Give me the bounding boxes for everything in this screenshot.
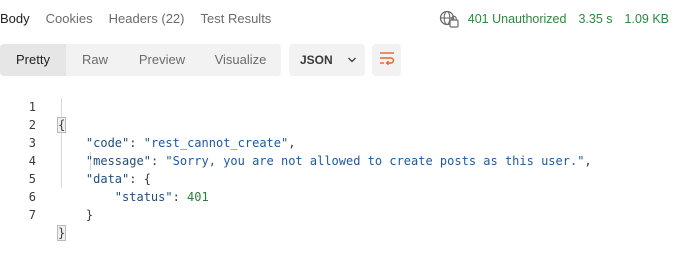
code-line: 3 "message": "Sorry, you are not allowed… <box>0 116 686 168</box>
view-mode-pretty[interactable]: Pretty <box>0 44 66 76</box>
code-line: 7 } <box>0 188 686 241</box>
code-line: 1 { <box>0 80 686 133</box>
line-number: 7 <box>28 208 36 222</box>
data-close-brace: } <box>85 208 94 222</box>
view-mode-preview[interactable]: Preview <box>124 44 200 76</box>
wrap-lines-icon <box>378 50 396 71</box>
tab-cookies[interactable]: Cookies <box>46 10 93 28</box>
code-line: 5 "status": 401 <box>0 152 686 204</box>
status-code-text[interactable]: 401 Unauthorized <box>468 10 567 28</box>
response-time[interactable]: 3.35 s <box>578 10 612 28</box>
response-tabs: Body Cookies Headers (22) Test Results <box>0 10 287 28</box>
tab-body[interactable]: Body <box>0 10 30 28</box>
response-tabs-bar: Body Cookies Headers (22) Test Results 4… <box>0 0 686 40</box>
view-mode-selector: Pretty Raw Preview Visualize <box>0 44 281 76</box>
wrap-lines-button[interactable] <box>372 44 401 76</box>
view-mode-visualize[interactable]: Visualize <box>200 44 281 76</box>
code-line: 4 "data": { <box>0 134 686 186</box>
code-line: 2 "code": "rest_cannot_create", <box>0 98 686 150</box>
code-line: 6 } <box>0 170 686 222</box>
tab-headers-count: (22) <box>161 11 185 26</box>
tab-test-results[interactable]: Test Results <box>201 10 272 28</box>
response-status-area: 401 Unauthorized 3.35 s 1.09 KB <box>439 10 669 28</box>
body-toolbar: Pretty Raw Preview Visualize JSON <box>0 44 686 76</box>
format-dropdown-value: JSON <box>300 53 333 67</box>
tab-headers-label: Headers <box>108 11 158 26</box>
globe-icon[interactable] <box>439 10 459 28</box>
format-dropdown[interactable]: JSON <box>289 44 365 76</box>
view-mode-raw[interactable]: Raw <box>66 44 124 76</box>
chevron-down-icon <box>347 53 357 67</box>
close-brace: } <box>57 225 67 241</box>
tab-headers[interactable]: Headers (22) <box>109 10 185 28</box>
response-size[interactable]: 1.09 KB <box>625 10 669 28</box>
